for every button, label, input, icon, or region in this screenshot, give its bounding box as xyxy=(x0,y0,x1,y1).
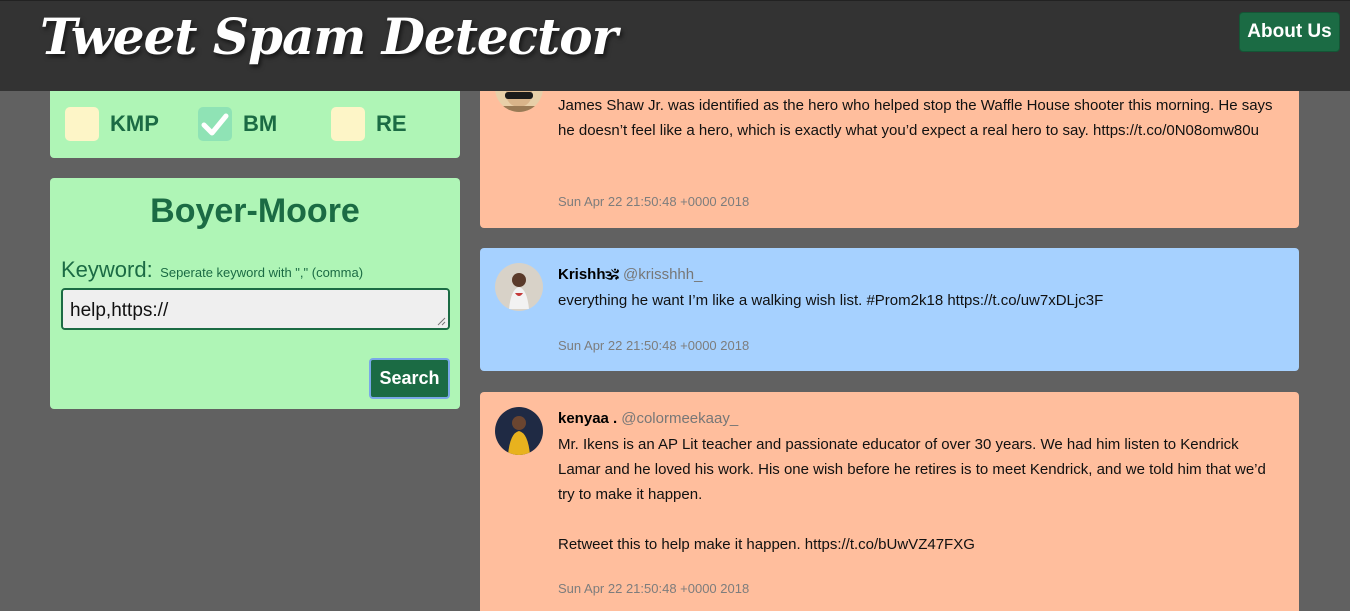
kmp-checkbox[interactable] xyxy=(65,107,99,141)
algorithm-title: Boyer-Moore xyxy=(150,192,360,230)
keyword-row: Keyword: Seperate keyword with "," (comm… xyxy=(61,257,363,283)
bm-label: BM xyxy=(243,111,278,136)
tweet-text: Mr. Ikens is an AP Lit teacher and passi… xyxy=(558,436,1266,553)
tweet-author-name[interactable]: Krishh🕉 xyxy=(558,266,619,283)
tweet-date: Sun Apr 22 21:50:48 +0000 2018 xyxy=(558,338,750,353)
algorithm-option-kmp[interactable]: KMP xyxy=(65,107,159,141)
about-us-button[interactable]: About Us xyxy=(1239,12,1340,52)
tweet-card: Krishh🕉 @krisshhh_ everything he want I’m… xyxy=(480,248,1299,371)
avatar xyxy=(495,263,543,311)
search-button[interactable]: Search xyxy=(369,358,450,399)
tweet-author-handle[interactable]: @colormeekaay_ xyxy=(621,410,738,427)
algorithm-option-re[interactable]: RE xyxy=(331,107,407,141)
avatar xyxy=(495,407,543,455)
algorithm-option-bm[interactable]: BM xyxy=(198,107,277,141)
tweet-author-name[interactable]: kenyaa . xyxy=(558,410,617,427)
re-label: RE xyxy=(376,111,407,136)
keyword-input[interactable]: help,https:// xyxy=(61,288,450,330)
algorithm-selector: KMP BM RE xyxy=(50,91,460,158)
tweet-header: kenyaa . @colormeekaay_ xyxy=(558,410,738,427)
top-navbar: Tweet Spam Detector About Us xyxy=(0,0,1350,91)
tweet-text: James Shaw Jr. was identified as the her… xyxy=(558,97,1273,139)
kmp-label: KMP xyxy=(110,111,159,136)
tweet-date: Sun Apr 22 21:50:48 +0000 2018 xyxy=(558,194,750,209)
tweet-text: everything he want I’m like a walking wi… xyxy=(558,292,1104,309)
tweet-header: Krishh🕉 @krisshhh_ xyxy=(558,266,702,283)
keyword-label: Keyword: xyxy=(61,257,153,282)
resize-grip-icon[interactable] xyxy=(436,316,446,326)
tweet-author-handle[interactable]: @krisshhh_ xyxy=(623,266,702,283)
keyword-hint: Seperate keyword with "," (comma) xyxy=(160,265,364,280)
check-icon xyxy=(201,113,229,136)
tweet-date: Sun Apr 22 21:50:48 +0000 2018 xyxy=(558,581,750,596)
app-title[interactable]: Tweet Spam Detector xyxy=(40,7,618,66)
re-checkbox[interactable] xyxy=(331,107,365,141)
tweet-card: kenyaa . @colormeekaay_ Mr. Ikens is an A… xyxy=(480,392,1299,611)
bm-checkbox[interactable] xyxy=(198,107,232,141)
search-panel: Boyer-Moore Keyword: Seperate keyword wi… xyxy=(50,178,460,409)
